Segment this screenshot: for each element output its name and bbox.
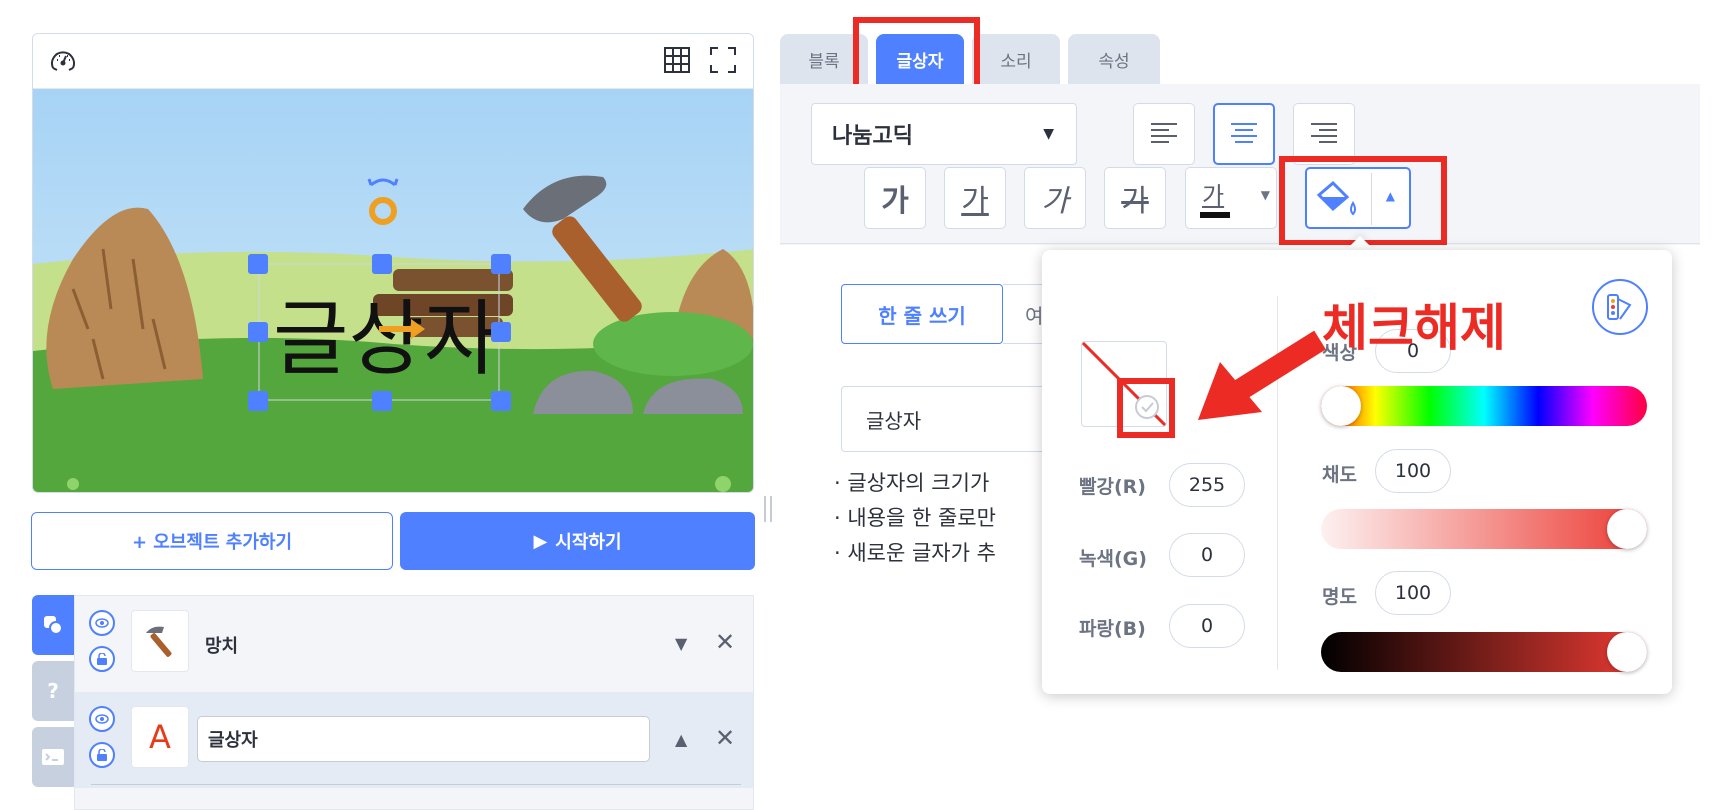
help-line: · 내용을 한 줄로만 (834, 506, 996, 530)
green-value-input[interactable]: 0 (1169, 533, 1245, 577)
visibility-eye-icon[interactable] (89, 610, 115, 636)
mode-single-line[interactable]: 한 줄 쓰기 (841, 284, 1003, 344)
grid-icon[interactable] (663, 46, 691, 78)
hue-slider[interactable] (1321, 386, 1647, 426)
hammer-icon (131, 610, 189, 672)
object-name: 망치 (205, 636, 239, 657)
start-button[interactable]: ▶ 시작하기 (400, 512, 755, 570)
brightness-label: 명도 (1322, 586, 1357, 608)
annotation-arrow (1198, 330, 1326, 420)
object-row-hammer[interactable]: 망치 ▼ ✕ (75, 596, 753, 692)
saturation-slider[interactable] (1321, 509, 1647, 549)
align-left-icon (1151, 123, 1177, 143)
object-icon (44, 616, 63, 635)
add-object-button[interactable]: + 오브젝트 추가하기 (31, 512, 393, 570)
expand-arrow-icon[interactable]: ▲ (675, 730, 687, 749)
font-select[interactable]: 나눔고딕 ▼ (811, 103, 1077, 165)
brightness-slider-knob[interactable] (1607, 632, 1647, 672)
font-color-swatch (1200, 212, 1230, 218)
saturation-value-input[interactable]: 100 (1375, 449, 1451, 493)
stage-panel: 글상자 (32, 33, 754, 493)
object-side-tabs: ? (32, 595, 74, 810)
brightness-value-input[interactable]: 100 (1375, 571, 1451, 615)
align-center-button[interactable] (1213, 103, 1275, 165)
annotation-box-checkbox (1117, 378, 1175, 438)
font-color-letter: 가 (1202, 182, 1225, 210)
side-tab-objects[interactable] (32, 595, 74, 655)
chevron-down-icon: ▼ (1260, 188, 1270, 202)
tab-properties[interactable]: 속성 (1068, 34, 1160, 84)
chevron-down-icon: ▼ (1043, 126, 1054, 142)
saturation-label: 채도 (1322, 464, 1357, 486)
canvas-text: 글상자 (273, 292, 499, 387)
tab-sound[interactable]: 소리 (972, 34, 1060, 84)
panel-resize-handle[interactable] (764, 496, 772, 522)
red-value-input[interactable]: 255 (1169, 463, 1245, 507)
help-line: · 새로운 글자가 추 (834, 541, 996, 565)
annotation-label: 체크해제 (1322, 299, 1506, 357)
object-row-textbox[interactable]: A 글상자 ▲ ✕ (75, 692, 753, 788)
delete-object-close-icon[interactable]: ✕ (715, 628, 735, 656)
fullscreen-icon[interactable] (709, 46, 737, 78)
brightness-slider[interactable] (1321, 632, 1647, 672)
green-label: 녹색(G) (1079, 548, 1147, 570)
palette-icon (1607, 294, 1632, 320)
stage-canvas[interactable]: 글상자 (33, 89, 753, 492)
underline-button[interactable]: 가 (944, 167, 1006, 229)
align-center-icon (1231, 123, 1257, 143)
visibility-eye-icon[interactable] (89, 706, 115, 732)
red-label: 빨강(R) (1079, 476, 1146, 498)
strikethrough-button[interactable]: 가 (1104, 167, 1166, 229)
annotation-box-fill (1279, 156, 1447, 246)
bold-button[interactable]: 가 (864, 167, 926, 229)
help-line: · 글상자의 크기가 (834, 471, 990, 495)
font-color-button[interactable]: 가 ▼ (1185, 167, 1277, 229)
object-list: 망치 ▼ ✕ A 글상자 ▲ ✕ (74, 595, 754, 810)
play-icon: ▶ (533, 530, 548, 552)
lock-open-icon[interactable] (89, 742, 115, 768)
side-tab-help[interactable]: ? (32, 661, 74, 721)
align-left-button[interactable] (1133, 103, 1195, 165)
console-icon (42, 749, 64, 765)
italic-button[interactable]: 가 (1024, 167, 1086, 229)
object-name-input[interactable]: 글상자 (197, 716, 650, 762)
blue-label: 파랑(B) (1079, 618, 1146, 640)
textbox-thumb: A (131, 706, 189, 768)
blue-value-input[interactable]: 0 (1169, 604, 1245, 648)
start-button-label: 시작하기 (555, 532, 622, 553)
side-tab-console[interactable] (32, 727, 74, 787)
align-right-icon (1311, 123, 1337, 143)
collapse-arrow-icon[interactable]: ▼ (675, 634, 687, 653)
font-select-value: 나눔고딕 (832, 124, 913, 149)
stage-toolbar (33, 34, 753, 89)
palette-button[interactable] (1592, 279, 1648, 335)
lock-open-icon[interactable] (89, 646, 115, 672)
row-divider (91, 784, 741, 785)
delete-object-close-icon[interactable]: ✕ (715, 724, 735, 752)
saturation-slider-knob[interactable] (1607, 509, 1647, 549)
speed-gauge-icon[interactable] (49, 48, 77, 78)
